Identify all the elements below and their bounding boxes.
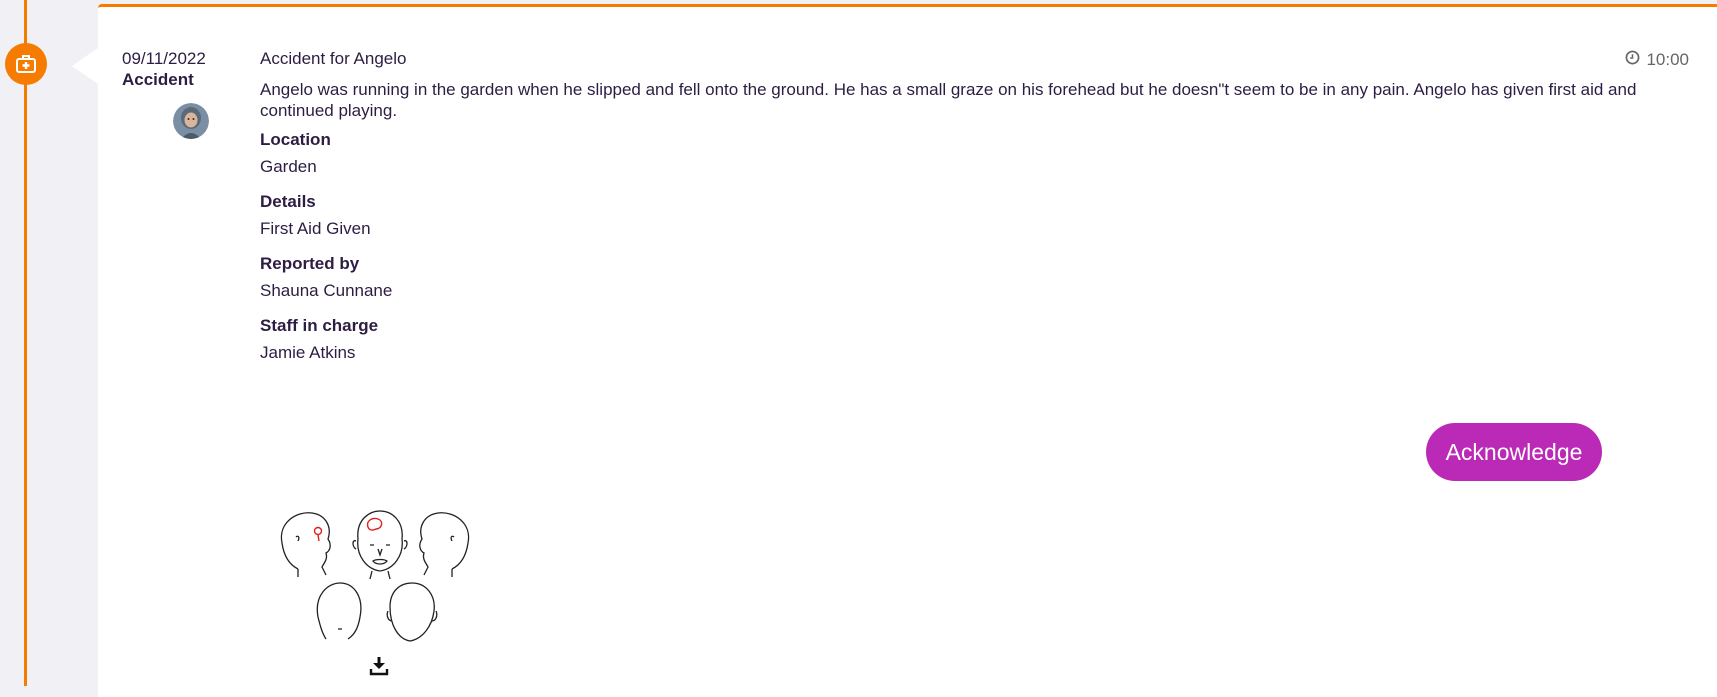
entry-type: Accident	[122, 70, 194, 89]
field-staff-in-charge: Staff in charge Jamie Atkins	[260, 315, 1700, 363]
entry-date: 09/11/2022	[122, 49, 206, 68]
card-pointer	[72, 48, 98, 84]
field-location: Location Garden	[260, 129, 1700, 177]
field-label: Details	[260, 192, 316, 211]
entry-title: Accident for Angelo	[260, 49, 407, 68]
acknowledge-button[interactable]: Acknowledge	[1426, 423, 1602, 481]
first-aid-kit-icon	[5, 43, 47, 85]
avatar	[173, 103, 209, 139]
time-label: 10:00	[1646, 50, 1689, 69]
field-value: Garden	[260, 157, 317, 176]
field-reported-by: Reported by Shauna Cunnane	[260, 253, 1700, 301]
field-value: First Aid Given	[260, 219, 371, 238]
field-value: Jamie Atkins	[260, 343, 356, 362]
field-label: Location	[260, 130, 331, 149]
field-label: Staff in charge	[260, 316, 379, 335]
field-details: Details First Aid Given	[260, 191, 1700, 239]
body-map-image[interactable]	[268, 507, 482, 643]
download-icon[interactable]	[368, 655, 390, 677]
entry-description: Angelo was running in the garden when he…	[260, 80, 1637, 120]
entry-time: 10:00	[1625, 50, 1689, 70]
entry-content: Accident for Angelo Angelo was running i…	[260, 49, 1700, 377]
field-value: Shauna Cunnane	[260, 281, 393, 300]
clock-icon	[1625, 50, 1640, 70]
timeline-line	[24, 0, 27, 686]
field-label: Reported by	[260, 254, 360, 273]
timeline-entry-card: 09/11/2022 Accident Accident for Angelo …	[98, 4, 1717, 697]
